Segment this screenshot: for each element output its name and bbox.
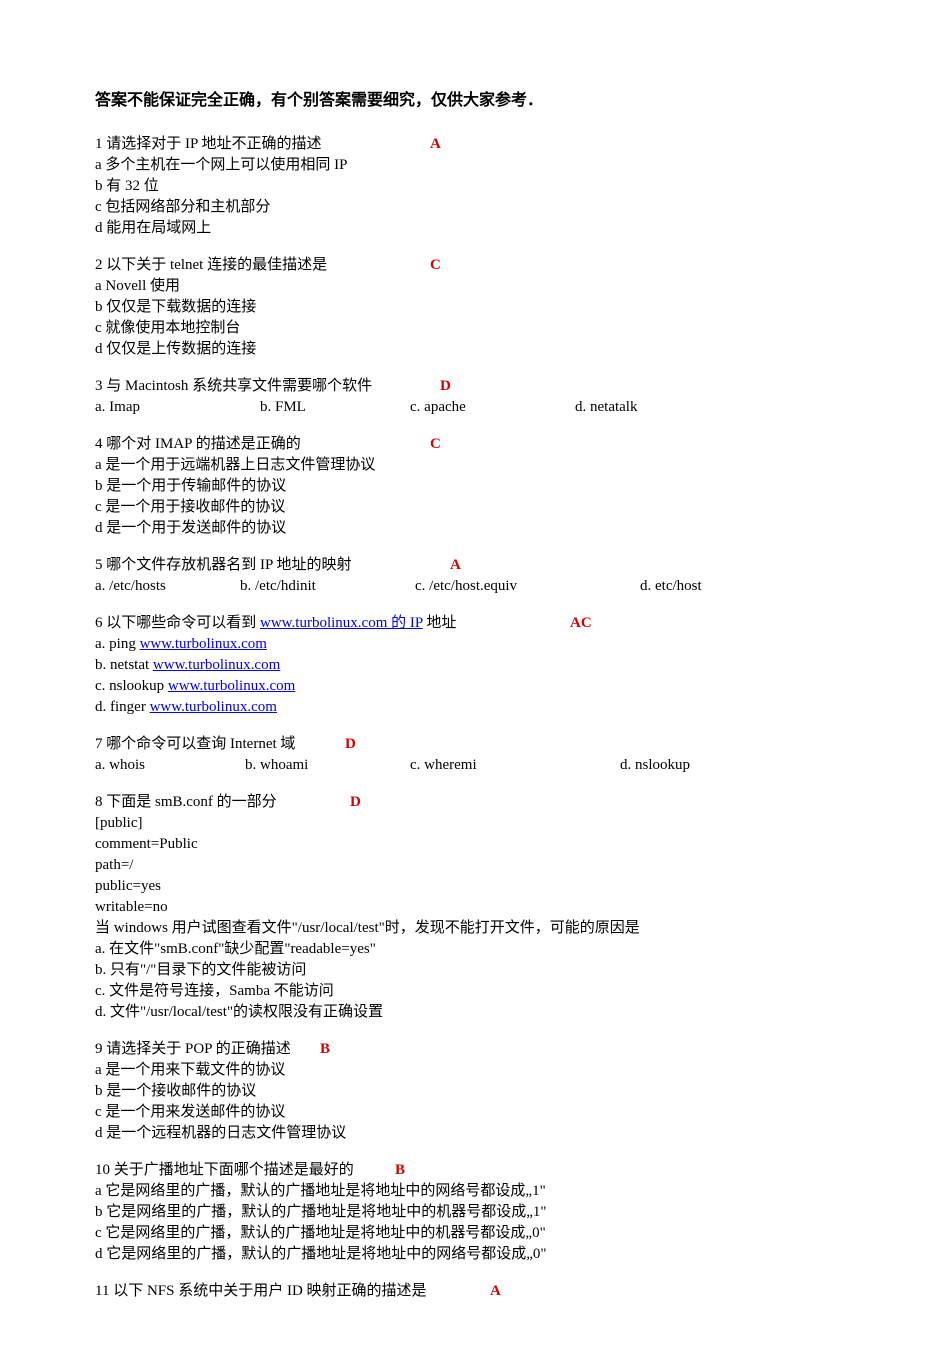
q5-option-d: d. etc/host [640,576,702,597]
q5-title: 5 哪个文件存放机器名到 IP 地址的映射 [95,557,352,573]
q9-option-c: c 是一个用来发送邮件的协议 [95,1102,850,1123]
q5-answer: A [450,555,461,576]
question-7: 7 哪个命令可以查询 Internet 域 D a. whois b. whoa… [95,734,850,776]
q2-option-d: d 仅仅是上传数据的连接 [95,339,850,360]
q6-option-b-pre: b. netstat [95,657,153,673]
q10-option-b: b 它是网络里的广播，默认的广播地址是将地址中的机器号都设成„1" [95,1202,850,1223]
q8-line-1: [public] [95,813,850,834]
question-5: 5 哪个文件存放机器名到 IP 地址的映射 A a. /etc/hosts b.… [95,555,850,597]
question-6: 6 以下哪些命令可以看到 www.turbolinux.com 的 IP 地址 … [95,613,850,718]
q4-title: 4 哪个对 IMAP 的描述是正确的 [95,436,301,452]
q2-option-c: c 就像使用本地控制台 [95,318,850,339]
q10-option-a: a 它是网络里的广播，默认的广播地址是将地址中的网络号都设成„1" [95,1181,850,1202]
q6-option-c-link[interactable]: www.turbolinux.com [168,678,295,694]
q10-option-d: d 它是网络里的广播，默认的广播地址是将地址中的网络号都设成„0" [95,1244,850,1265]
q6-title-post: 地址 [423,615,457,631]
q1-option-d: d 能用在局域网上 [95,218,850,239]
q4-option-c: c 是一个用于接收邮件的协议 [95,497,850,518]
q11-title: 11 以下 NFS 系统中关于用户 ID 映射正确的描述是 [95,1283,427,1299]
q8-option-c: c. 文件是符号连接，Samba 不能访问 [95,981,850,1002]
q6-option-b-link[interactable]: www.turbolinux.com [153,657,280,673]
q6-answer: AC [570,613,592,634]
q7-title: 7 哪个命令可以查询 Internet 域 [95,736,295,752]
q4-option-a: a 是一个用于远端机器上日志文件管理协议 [95,455,850,476]
q8-line-2: comment=Public [95,834,850,855]
question-4: 4 哪个对 IMAP 的描述是正确的 C a 是一个用于远端机器上日志文件管理协… [95,434,850,539]
q8-line-3: path=/ [95,855,850,876]
q4-option-b: b 是一个用于传输邮件的协议 [95,476,850,497]
q3-option-c: c. apache [410,397,575,418]
q5-option-a: a. /etc/hosts [95,576,240,597]
question-11: 11 以下 NFS 系统中关于用户 ID 映射正确的描述是 A [95,1281,850,1302]
q4-answer: C [430,434,441,455]
q2-option-b: b 仅仅是下载数据的连接 [95,297,850,318]
q2-answer: C [430,255,441,276]
q7-option-c: c. wheremi [410,755,620,776]
q6-title-pre: 6 以下哪些命令可以看到 [95,615,260,631]
q3-answer: D [440,376,451,397]
q1-option-c: c 包括网络部分和主机部分 [95,197,850,218]
question-1: 1 请选择对于 IP 地址不正确的描述 A a 多个主机在一个网上可以使用相同 … [95,134,850,239]
q10-answer: B [395,1160,405,1181]
q8-title: 8 下面是 smB.conf 的一部分 [95,794,277,810]
q5-option-c: c. /etc/host.equiv [415,576,640,597]
q10-title: 10 关于广播地址下面哪个描述是最好的 [95,1162,354,1178]
q7-answer: D [345,734,356,755]
q7-option-b: b. whoami [245,755,410,776]
q1-option-a: a 多个主机在一个网上可以使用相同 IP [95,155,850,176]
q6-option-c-pre: c. nslookup [95,678,168,694]
q7-option-a: a. whois [95,755,245,776]
question-2: 2 以下关于 telnet 连接的最佳描述是 C a Novell 使用 b 仅… [95,255,850,360]
question-8: 8 下面是 smB.conf 的一部分 D [public] comment=P… [95,792,850,1023]
q9-option-d: d 是一个远程机器的日志文件管理协议 [95,1123,850,1144]
q1-option-b: b 有 32 位 [95,176,850,197]
q9-answer: B [320,1039,330,1060]
q1-title: 1 请选择对于 IP 地址不正确的描述 [95,136,322,152]
q2-option-a: a Novell 使用 [95,276,850,297]
q6-option-d-link[interactable]: www.turbolinux.com [150,699,277,715]
q6-option-d-pre: d. finger [95,699,150,715]
q3-option-a: a. Imap [95,397,260,418]
q1-answer: A [430,134,441,155]
document-header: 答案不能保证完全正确，有个别答案需要细究，仅供大家参考． [95,90,850,112]
q6-title-link[interactable]: www.turbolinux.com 的 IP [260,615,423,631]
q8-option-d: d. 文件"/usr/local/test"的读权限没有正确设置 [95,1002,850,1023]
q8-line-5: writable=no [95,897,850,918]
q4-option-d: d 是一个用于发送邮件的协议 [95,518,850,539]
q8-answer: D [350,792,361,813]
question-9: 9 请选择关于 POP 的正确描述 B a 是一个用来下载文件的协议 b 是一个… [95,1039,850,1144]
q8-line-4: public=yes [95,876,850,897]
q5-option-b: b. /etc/hdinit [240,576,415,597]
q3-option-b: b. FML [260,397,410,418]
q2-title: 2 以下关于 telnet 连接的最佳描述是 [95,257,327,273]
q9-option-a: a 是一个用来下载文件的协议 [95,1060,850,1081]
question-3: 3 与 Macintosh 系统共享文件需要哪个软件 D a. Imap b. … [95,376,850,418]
q8-option-a: a. 在文件"smB.conf"缺少配置"readable=yes" [95,939,850,960]
q6-option-a-link[interactable]: www.turbolinux.com [140,636,267,652]
q3-title: 3 与 Macintosh 系统共享文件需要哪个软件 [95,378,372,394]
q10-option-c: c 它是网络里的广播，默认的广播地址是将地址中的机器号都设成„0" [95,1223,850,1244]
q11-answer: A [490,1281,501,1302]
q3-option-d: d. netatalk [575,397,637,418]
q9-option-b: b 是一个接收邮件的协议 [95,1081,850,1102]
q8-option-b: b. 只有"/"目录下的文件能被访问 [95,960,850,981]
q9-title: 9 请选择关于 POP 的正确描述 [95,1041,291,1057]
question-10: 10 关于广播地址下面哪个描述是最好的 B a 它是网络里的广播，默认的广播地址… [95,1160,850,1265]
q6-option-a-pre: a. ping [95,636,140,652]
q8-line-6: 当 windows 用户试图查看文件"/usr/local/test"时，发现不… [95,918,850,939]
q7-option-d: d. nslookup [620,755,690,776]
